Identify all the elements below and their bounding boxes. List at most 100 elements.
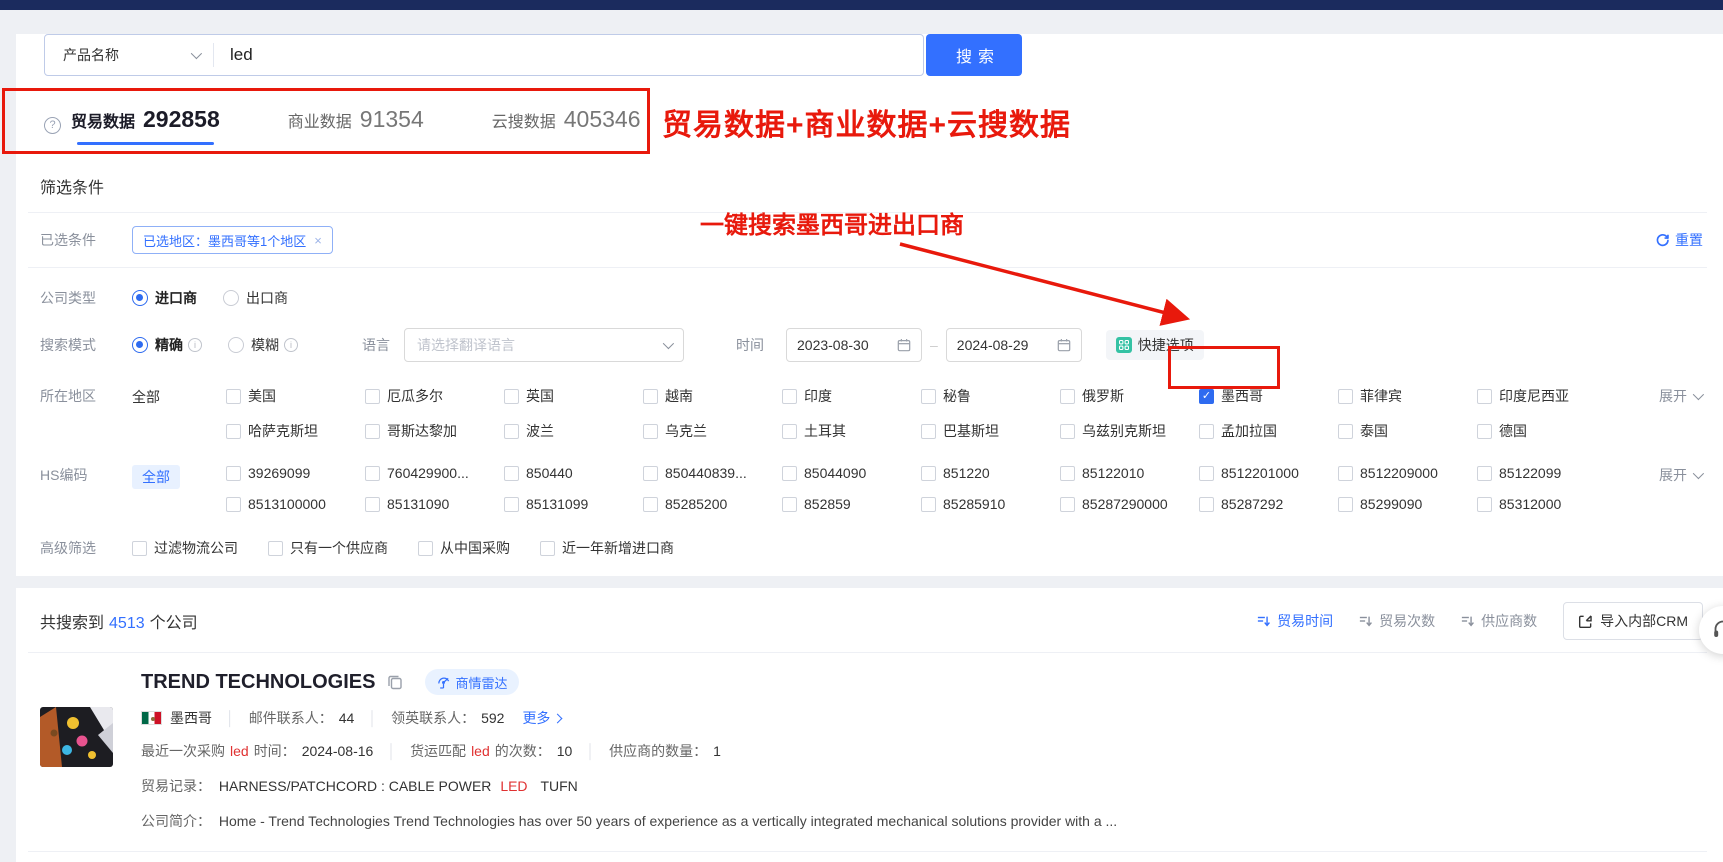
sort-supplier-count[interactable]: 供应商数 xyxy=(1461,611,1537,631)
info-icon[interactable]: i xyxy=(284,338,298,352)
region-option[interactable]: 印度尼西亚 xyxy=(1477,386,1616,406)
hs-code-option[interactable]: 760429900... xyxy=(365,465,504,481)
region-option[interactable]: 美国 xyxy=(226,386,365,406)
region-option[interactable]: 英国 xyxy=(504,386,643,406)
tab-cloud-search-data[interactable]: 云搜数据 405346 xyxy=(492,106,641,145)
hs-expand-button[interactable]: 展开 xyxy=(1659,465,1701,485)
hs-code-option[interactable]: 85122010 xyxy=(1060,465,1199,481)
hs-code-option[interactable]: 851220 xyxy=(921,465,1060,481)
hs-code-option[interactable]: 85131090 xyxy=(365,496,504,512)
radio-fuzzy[interactable]: 模糊 i xyxy=(228,335,298,355)
sort-controls: 贸易时间 贸易次数 供应商数 xyxy=(1257,611,1537,631)
radio-label: 精确 xyxy=(155,335,183,355)
radio-label: 进口商 xyxy=(155,288,197,308)
region-option[interactable]: 德国 xyxy=(1477,421,1616,441)
hs-code-option[interactable]: 85312000 xyxy=(1477,496,1616,512)
region-option[interactable]: 秘鲁 xyxy=(921,386,1060,406)
region-option[interactable]: ✓墨西哥 xyxy=(1199,386,1338,406)
sort-desc-icon xyxy=(1461,614,1475,628)
sort-desc-icon xyxy=(1359,614,1373,628)
region-option[interactable]: 乌兹别克斯坦 xyxy=(1060,421,1199,441)
company-meta-row: 墨西哥 │ 邮件联系人： 44 │ 领英联系人： 592 更多 xyxy=(141,708,1707,728)
checkbox-label: 土耳其 xyxy=(804,421,846,441)
selected-region-tag[interactable]: 已选地区：墨西哥等1个地区 × xyxy=(132,226,333,254)
hs-code-option[interactable]: 85287292 xyxy=(1199,496,1338,512)
hs-code-option[interactable]: 39269099 xyxy=(226,465,365,481)
hs-code-option[interactable]: 85131099 xyxy=(504,496,643,512)
region-option[interactable]: 乌克兰 xyxy=(643,421,782,441)
company-result-card: TREND TECHNOLOGIES 商情雷达 墨西哥 │ 邮件联系人： 44 … xyxy=(28,653,1707,852)
mexico-flag-icon xyxy=(141,711,162,725)
checkbox-icon xyxy=(365,497,380,512)
hs-all-option[interactable]: 全部 xyxy=(132,465,180,489)
linkedin-contacts-count: 592 xyxy=(481,710,504,726)
region-option[interactable]: 巴基斯坦 xyxy=(921,421,1060,441)
hs-code-option[interactable]: 8512201000 xyxy=(1199,465,1338,481)
hs-code-option[interactable]: 8512209000 xyxy=(1338,465,1477,481)
hs-code-option[interactable]: 85044090 xyxy=(782,465,921,481)
search-button[interactable]: 搜索 xyxy=(926,34,1022,76)
remove-tag-icon[interactable]: × xyxy=(314,233,322,248)
checkbox-label: 85044090 xyxy=(804,465,866,481)
sort-trade-count[interactable]: 贸易次数 xyxy=(1359,611,1435,631)
radio-importer[interactable]: 进口商 xyxy=(132,288,197,308)
radio-exporter[interactable]: 出口商 xyxy=(223,288,288,308)
tab-trade-data[interactable]: 贸易数据 292858 xyxy=(71,106,220,145)
hs-code-option[interactable]: 85285200 xyxy=(643,496,782,512)
import-crm-button[interactable]: 导入内部CRM xyxy=(1563,602,1703,640)
region-option[interactable]: 俄罗斯 xyxy=(1060,386,1199,406)
region-expand-button[interactable]: 展开 xyxy=(1659,386,1701,406)
help-circle-icon[interactable]: ? xyxy=(44,117,61,134)
language-select[interactable]: 请选择翻译语言 xyxy=(404,328,684,362)
checkbox-icon xyxy=(782,466,797,481)
hs-code-option[interactable]: 85287290000 xyxy=(1060,496,1199,512)
hs-code-option[interactable]: 85299090 xyxy=(1338,496,1477,512)
region-option[interactable]: 孟加拉国 xyxy=(1199,421,1338,441)
region-option[interactable]: 菲律宾 xyxy=(1338,386,1477,406)
advanced-option[interactable]: 只有一个供应商 xyxy=(268,538,388,558)
more-link[interactable]: 更多 xyxy=(522,708,561,728)
checkbox-icon xyxy=(1338,466,1353,481)
region-option[interactable]: 越南 xyxy=(643,386,782,406)
copy-icon[interactable] xyxy=(387,674,403,690)
radar-icon xyxy=(437,676,450,689)
end-date-picker[interactable]: 2024-08-29 xyxy=(946,328,1082,362)
radio-exact[interactable]: 精确 i xyxy=(132,335,202,355)
search-category-select[interactable]: 产品名称 xyxy=(45,45,213,65)
region-all-option[interactable]: 全部 xyxy=(132,386,226,407)
start-date-picker[interactable]: 2023-08-30 xyxy=(786,328,922,362)
summary-prefix: 共搜索到 xyxy=(40,615,104,632)
checkbox-label: 8513100000 xyxy=(248,496,326,512)
business-radar-badge[interactable]: 商情雷达 xyxy=(425,669,519,695)
region-option[interactable]: 厄瓜多尔 xyxy=(365,386,504,406)
advanced-option[interactable]: 从中国采购 xyxy=(418,538,510,558)
company-thumbnail[interactable] xyxy=(40,707,113,767)
reset-button[interactable]: 重置 xyxy=(1655,230,1703,250)
region-option[interactable]: 哥斯达黎加 xyxy=(365,421,504,441)
region-option[interactable]: 土耳其 xyxy=(782,421,921,441)
selected-conditions-row: 已选条件 已选地区：墨西哥等1个地区 × 重置 xyxy=(28,213,1707,267)
region-option[interactable]: 波兰 xyxy=(504,421,643,441)
trade-record-text: TUFN xyxy=(540,778,577,794)
info-icon[interactable]: i xyxy=(188,338,202,352)
hs-code-option[interactable]: 85122099 xyxy=(1477,465,1616,481)
search-input[interactable] xyxy=(214,45,923,65)
company-name[interactable]: TREND TECHNOLOGIES xyxy=(141,671,375,694)
hs-code-option[interactable]: 852859 xyxy=(782,496,921,512)
advanced-option[interactable]: 过滤物流公司 xyxy=(132,538,238,558)
advanced-option[interactable]: 近一年新增进口商 xyxy=(540,538,674,558)
advanced-options: 过滤物流公司 只有一个供应商 从中国采购 近一年新增进口商 xyxy=(132,538,674,558)
tab-business-data[interactable]: 商业数据 91354 xyxy=(288,106,424,145)
region-option[interactable]: 泰国 xyxy=(1338,421,1477,441)
checkbox-label: 851220 xyxy=(943,465,990,481)
hs-code-option[interactable]: 850440 xyxy=(504,465,643,481)
region-option[interactable]: 印度 xyxy=(782,386,921,406)
hs-code-option[interactable]: 8513100000 xyxy=(226,496,365,512)
chevron-down-icon xyxy=(663,338,674,349)
checkbox-icon xyxy=(1477,389,1492,404)
hs-code-option[interactable]: 85285910 xyxy=(921,496,1060,512)
quick-options-button[interactable]: 快捷选项 xyxy=(1106,330,1204,360)
region-option[interactable]: 哈萨克斯坦 xyxy=(226,421,365,441)
sort-trade-time[interactable]: 贸易时间 xyxy=(1257,611,1333,631)
hs-code-option[interactable]: 850440839... xyxy=(643,465,782,481)
